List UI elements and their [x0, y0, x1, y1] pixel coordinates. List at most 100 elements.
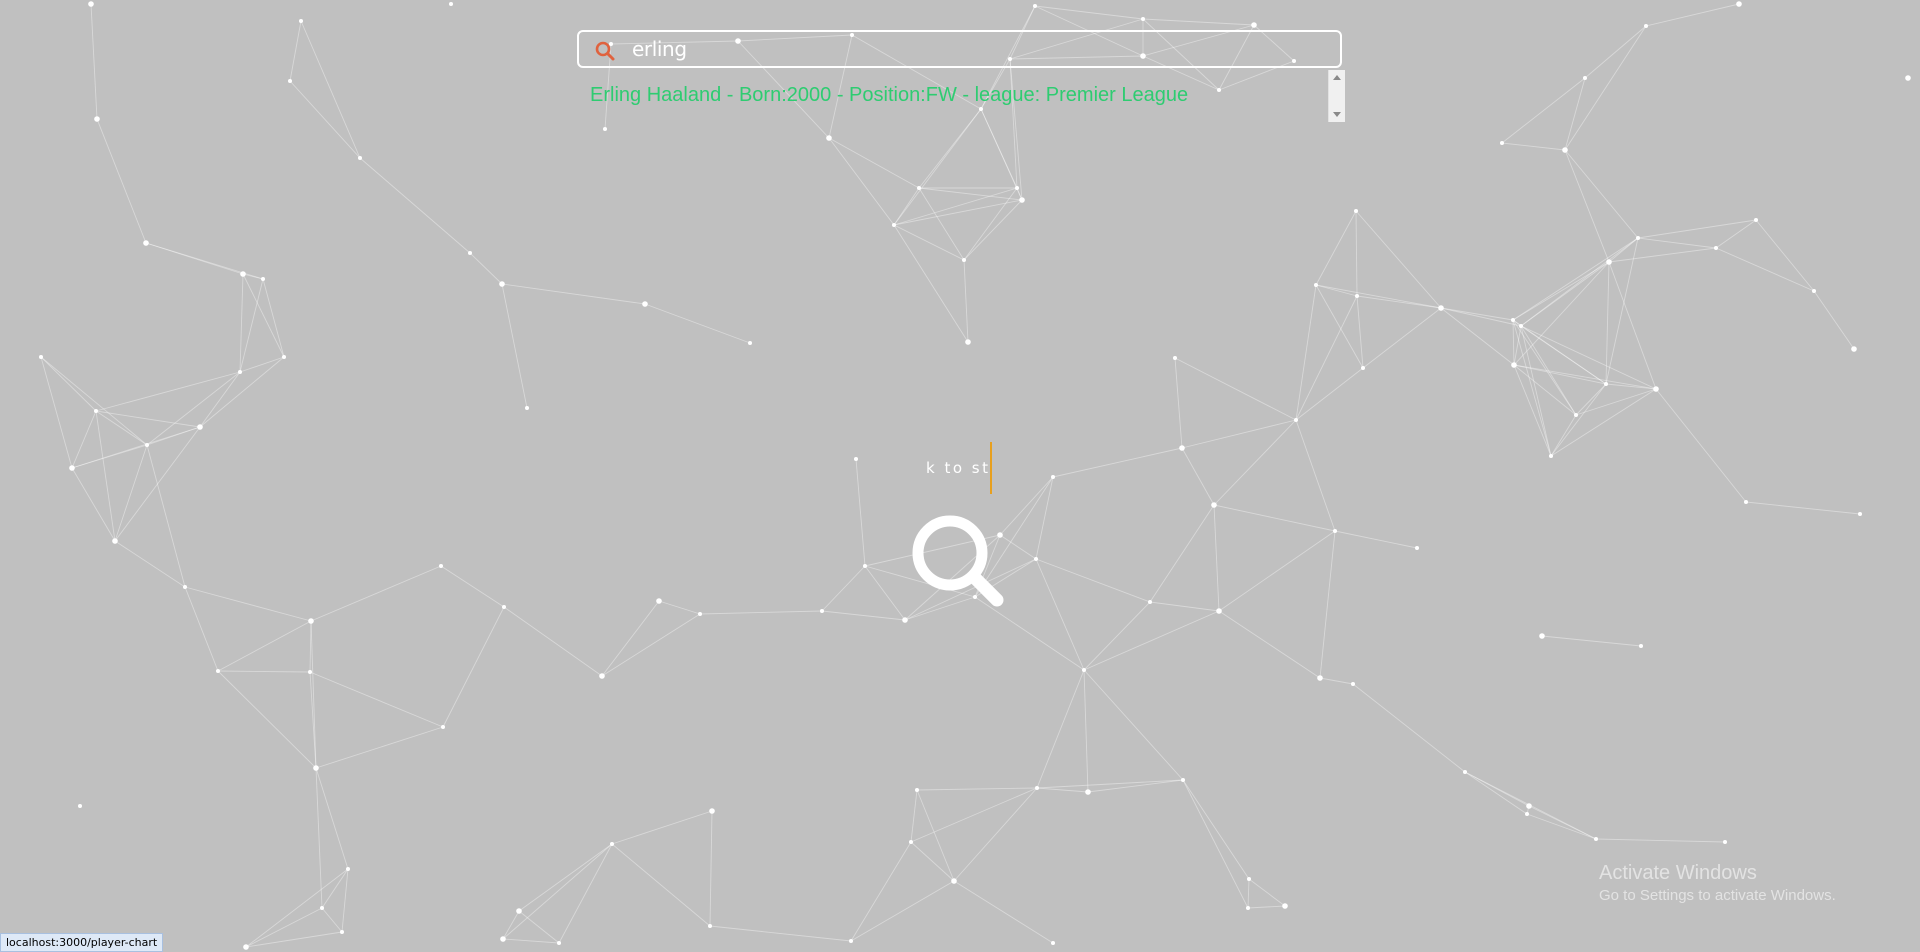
network-link [502, 843, 613, 940]
network-link [558, 843, 613, 944]
network-link [1295, 367, 1364, 421]
network-node [892, 223, 896, 227]
network-link [910, 789, 918, 843]
network-link [1247, 905, 1286, 909]
network-node [78, 804, 82, 808]
network-link [1550, 388, 1657, 457]
network-link [310, 565, 442, 622]
network-link [1645, 3, 1740, 27]
network-node [1082, 668, 1086, 672]
network-link [1035, 558, 1151, 603]
network-node [915, 788, 919, 792]
network-link [1608, 247, 1717, 263]
network-node [909, 840, 913, 844]
network-node [449, 2, 453, 6]
network-link [1584, 25, 1647, 79]
network-link [1564, 77, 1586, 151]
network-link [1036, 787, 1089, 793]
suggestion-scrollbar[interactable] [1328, 70, 1345, 122]
network-node [499, 281, 505, 287]
network-node [1463, 770, 1467, 774]
network-link [828, 137, 895, 226]
network-link [658, 600, 701, 615]
network-link [1248, 878, 1286, 907]
network-link [1181, 419, 1297, 449]
network-link [95, 410, 148, 446]
network-node [1247, 877, 1251, 881]
network-link [1315, 284, 1442, 309]
network-link [242, 273, 285, 358]
network-node [243, 944, 249, 950]
network-link [1142, 18, 1255, 26]
network-link [440, 565, 505, 608]
network-node [1141, 17, 1145, 21]
network-link [1564, 25, 1647, 151]
network-node [1294, 418, 1298, 422]
network-node [299, 19, 303, 23]
network-link [1218, 530, 1336, 612]
network-node [1594, 837, 1598, 841]
network-link [611, 810, 713, 845]
magnifier-icon[interactable] [905, 508, 1013, 616]
suggestion-item[interactable]: Erling Haaland - Born:2000 - Position:FW… [590, 84, 1188, 107]
network-node [1035, 786, 1039, 790]
network-node [1539, 633, 1545, 639]
network-link [893, 187, 1018, 226]
network-node [320, 906, 324, 910]
search-input[interactable] [632, 35, 1322, 63]
network-node [282, 355, 286, 359]
network-link [1149, 601, 1220, 612]
network-link [1034, 5, 1144, 20]
network-node [1216, 608, 1222, 614]
network-link [242, 273, 264, 280]
network-node [1317, 675, 1323, 681]
network-link [95, 410, 116, 542]
network-link [1319, 677, 1354, 685]
network-link [893, 199, 1023, 226]
suggestion-dropdown: Erling Haaland - Born:2000 - Position:FW… [577, 70, 1347, 122]
search-bar[interactable] [577, 30, 1342, 68]
network-link [1035, 558, 1085, 671]
network-link [1355, 210, 1358, 297]
network-link [1464, 771, 1528, 815]
network-link [1036, 669, 1085, 789]
network-link [1564, 149, 1610, 263]
network-link [1745, 501, 1861, 515]
network-node [1723, 840, 1727, 844]
network-node [1181, 778, 1185, 782]
network-link [963, 187, 1018, 261]
network-node [516, 908, 522, 914]
network-node [39, 355, 43, 359]
scroll-down-arrow[interactable] [1333, 112, 1341, 117]
network-node [346, 867, 350, 871]
network-link [71, 444, 148, 469]
network-link [1295, 419, 1336, 532]
network-link [1355, 210, 1442, 309]
network-link [850, 841, 912, 942]
network-link [1362, 307, 1442, 369]
network-node [1019, 197, 1025, 203]
network-node [557, 941, 561, 945]
network-node [1355, 294, 1359, 298]
network-node [849, 939, 853, 943]
network-node [1511, 318, 1515, 322]
network-node [238, 370, 242, 374]
network-link [1319, 530, 1336, 679]
network-node [1033, 4, 1037, 8]
network-link [1036, 779, 1184, 789]
network-node [1858, 512, 1862, 516]
network-node [183, 585, 187, 589]
network-node [1736, 1, 1742, 7]
scroll-up-arrow[interactable] [1333, 75, 1341, 80]
network-link [1550, 414, 1577, 457]
watermark-title: Activate Windows [1599, 862, 1757, 884]
network-link [1352, 683, 1466, 773]
network-link [503, 606, 603, 677]
network-link [1512, 261, 1610, 321]
network-link [1440, 307, 1514, 321]
network-link [40, 356, 97, 412]
network-link [1149, 504, 1215, 603]
network-link [518, 843, 613, 912]
text-cursor [990, 442, 992, 494]
network-node [288, 79, 292, 83]
